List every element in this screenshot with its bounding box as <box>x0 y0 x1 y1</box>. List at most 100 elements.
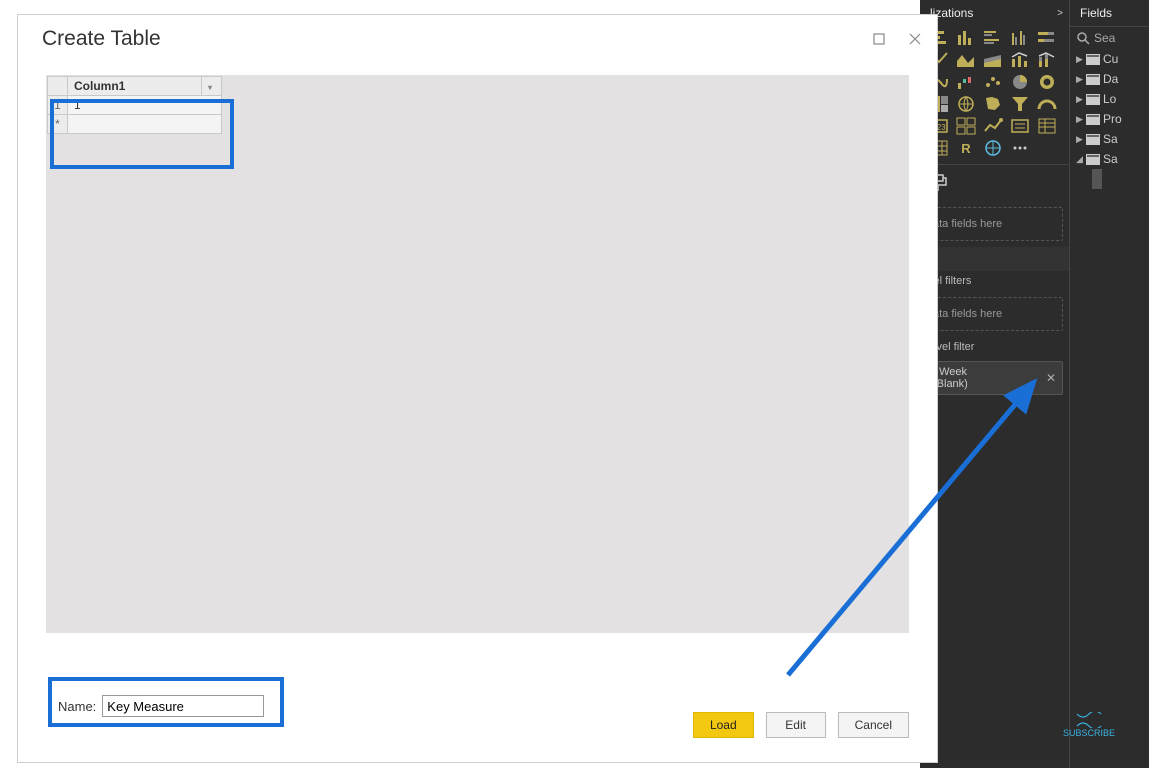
more-visuals-icon[interactable] <box>1007 138 1032 158</box>
fields-panel: Fields Sea ▶ Cu ▶ Da ▶ Lo ▶ Pro <box>1070 0 1149 768</box>
arcgis-icon[interactable] <box>980 138 1005 158</box>
visualization-gallery: 123 R <box>920 26 1069 164</box>
hundred-stacked-bar-icon[interactable] <box>1034 28 1059 48</box>
name-row: Name: <box>58 695 264 717</box>
visualizations-panel: lizations > <box>920 0 1070 768</box>
values-drop-zone[interactable]: ata fields here <box>926 207 1063 241</box>
dna-icon <box>1075 712 1103 728</box>
column-header[interactable]: Column1 <box>68 77 202 96</box>
table-cell-empty[interactable] <box>68 115 222 134</box>
name-input[interactable] <box>102 695 264 717</box>
search-icon <box>1076 31 1090 45</box>
column-dropdown[interactable]: ▾ <box>202 77 222 96</box>
waterfall-icon[interactable] <box>953 72 978 92</box>
pie-chart-icon[interactable] <box>1007 72 1032 92</box>
format-toolbar <box>920 164 1069 201</box>
filter-chip-value: (Blank) <box>933 378 968 390</box>
svg-text:R: R <box>961 141 971 156</box>
filter-chip[interactable]: f Week (Blank) ✕ <box>926 361 1063 395</box>
field-table-label: Sa <box>1103 132 1118 146</box>
combo-chart-icon[interactable] <box>1007 50 1032 70</box>
chevron-down-icon: ▾ <box>208 83 212 92</box>
field-table-item[interactable]: ▶ Sa <box>1070 129 1149 149</box>
checkbox-icon <box>1092 179 1102 189</box>
scatter-icon[interactable] <box>980 72 1005 92</box>
subscribe-label: SUBSCRIBE <box>1063 728 1115 738</box>
field-table-item[interactable]: ▶ Pro <box>1070 109 1149 129</box>
fields-header[interactable]: Fields <box>1070 0 1149 26</box>
dialog-title: Create Table <box>42 27 161 51</box>
blank-visual-icon <box>1034 138 1059 158</box>
filled-map-icon[interactable] <box>980 94 1005 114</box>
name-label: Name: <box>58 699 96 714</box>
table-icon <box>1086 134 1100 145</box>
area-chart-icon[interactable] <box>953 50 978 70</box>
load-button[interactable]: Load <box>693 712 754 738</box>
table-icon <box>1086 74 1100 85</box>
fields-title: Fields <box>1080 6 1112 20</box>
table-preview-area: Column1 ▾ 1 1 * <box>46 75 909 633</box>
window-controls <box>865 29 929 49</box>
map-icon[interactable] <box>953 94 978 114</box>
field-table-item[interactable]: ▶ Lo <box>1070 89 1149 109</box>
chevron-right-icon: ▶ <box>1076 74 1086 85</box>
table-icon <box>1086 154 1100 165</box>
field-table-item[interactable]: ▶ Cu <box>1070 49 1149 69</box>
combo-stacked-icon[interactable] <box>1034 50 1059 70</box>
filters-drop-label: ata fields here <box>933 308 1002 320</box>
clustered-bar-icon[interactable] <box>980 28 1005 48</box>
row-index: 1 <box>48 96 68 115</box>
stacked-column-icon[interactable] <box>953 28 978 48</box>
visualizations-header[interactable]: lizations > <box>920 0 1069 26</box>
table-corner-cell <box>48 77 68 96</box>
filter-chip-name: f Week <box>933 366 968 378</box>
dialog-buttons: Load Edit Cancel <box>693 712 909 738</box>
chevron-right-icon: > <box>1057 8 1063 19</box>
chevron-right-icon: ▶ <box>1076 94 1086 105</box>
edit-button[interactable]: Edit <box>766 712 826 738</box>
multi-card-icon[interactable] <box>953 116 978 136</box>
chevron-right-icon: ▶ <box>1076 114 1086 125</box>
chevron-right-icon: ▶ <box>1076 134 1086 145</box>
field-table-label: Cu <box>1103 52 1118 66</box>
field-table-item[interactable]: ▶ Da <box>1070 69 1149 89</box>
close-button[interactable] <box>901 29 929 49</box>
clustered-column-icon[interactable] <box>1007 28 1032 48</box>
stacked-area-icon[interactable] <box>980 50 1005 70</box>
create-table-dialog: Create Table Column1 ▾ 1 1 <box>17 14 938 763</box>
preview-table: Column1 ▾ 1 1 * <box>47 76 222 134</box>
funnel-icon[interactable] <box>1007 94 1032 114</box>
subscribe-badge: SUBSCRIBE <box>1063 712 1115 738</box>
table-icon <box>1086 54 1100 65</box>
new-row-marker: * <box>48 115 68 134</box>
dialog-title-bar: Create Table <box>18 15 937 53</box>
field-column-item[interactable] <box>1070 169 1149 179</box>
field-table-label: Sa <box>1103 152 1118 166</box>
slicer-icon[interactable] <box>1007 116 1032 136</box>
table-icon <box>1086 114 1100 125</box>
field-table-item[interactable]: ◢ Sa <box>1070 149 1149 169</box>
close-icon[interactable]: ✕ <box>1046 371 1056 385</box>
field-table-label: Pro <box>1103 112 1122 126</box>
kpi-icon[interactable] <box>980 116 1005 136</box>
r-visual-icon[interactable]: R <box>953 138 978 158</box>
table-icon <box>1086 94 1100 105</box>
page-level-filters-label: level filter <box>920 337 1069 357</box>
maximize-button[interactable] <box>865 29 893 49</box>
field-column-item[interactable] <box>1070 179 1149 189</box>
checkbox-icon <box>1092 169 1102 179</box>
table-icon[interactable] <box>1034 116 1059 136</box>
donut-chart-icon[interactable] <box>1034 72 1059 92</box>
chevron-down-icon: ◢ <box>1076 154 1086 165</box>
values-drop-label: ata fields here <box>933 218 1002 230</box>
search-placeholder: Sea <box>1094 31 1115 45</box>
side-panels: lizations > <box>920 0 1149 768</box>
fields-search[interactable]: Sea <box>1070 26 1149 49</box>
filters-drop-zone[interactable]: ata fields here <box>926 297 1063 331</box>
cancel-button[interactable]: Cancel <box>838 712 909 738</box>
field-table-label: Lo <box>1103 92 1116 106</box>
gauge-icon[interactable] <box>1034 94 1059 114</box>
visual-level-filters-label: vel filters <box>920 271 1069 291</box>
table-cell[interactable]: 1 <box>68 96 222 115</box>
field-table-label: Da <box>1103 72 1118 86</box>
